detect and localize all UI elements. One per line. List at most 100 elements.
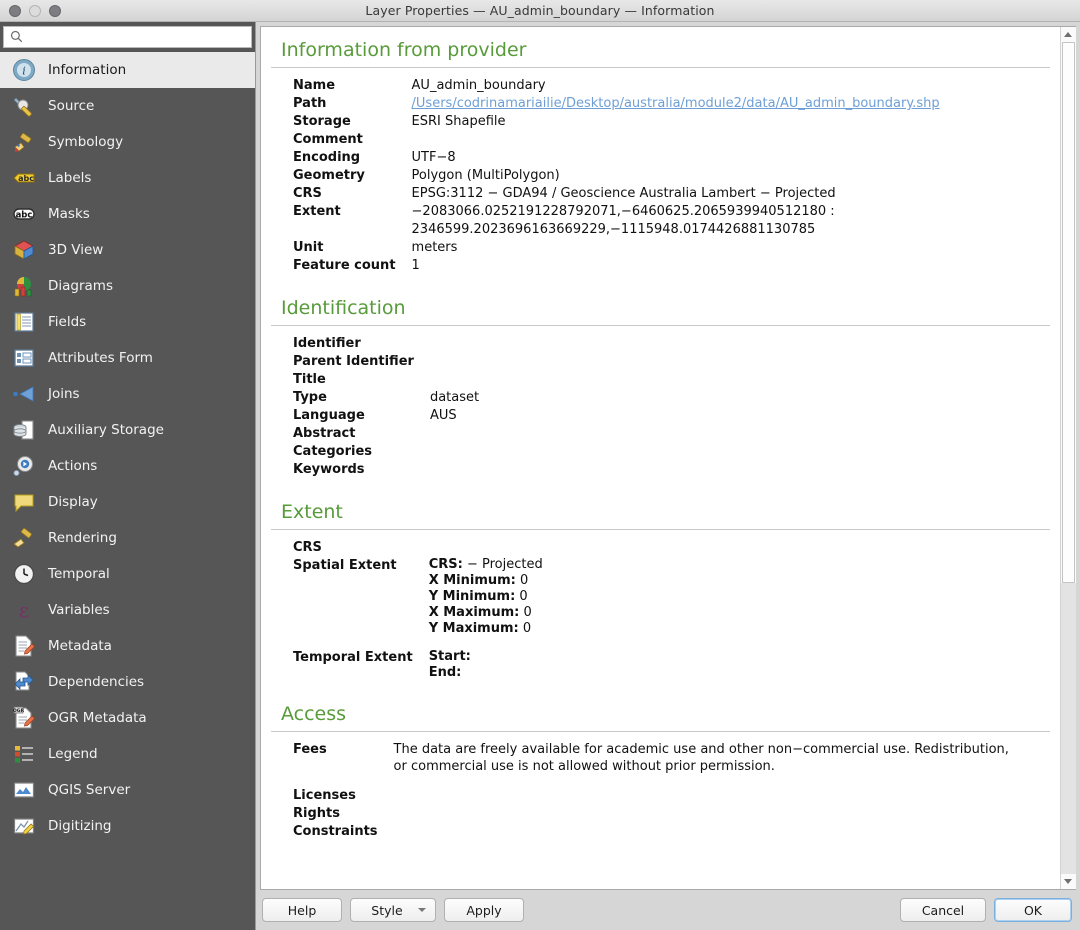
rendering-brush-icon — [11, 525, 37, 551]
help-button[interactable]: Help — [262, 898, 342, 922]
sidebar-item-qgis-server[interactable]: QGIS Server — [0, 772, 255, 808]
spatial-extent-label: Spatial Extent — [293, 558, 397, 573]
sidebar-item-label: OGR Metadata — [48, 710, 147, 726]
sidebar-item-3d-view[interactable]: 3D View — [0, 232, 255, 268]
svg-text:i: i — [22, 65, 26, 78]
sidebar-item-diagrams[interactable]: Diagrams — [0, 268, 255, 304]
sidebar-item-rendering[interactable]: Rendering — [0, 520, 255, 556]
sidebar-item-attributes-form[interactable]: Attributes Form — [0, 340, 255, 376]
scrollbar-thumb[interactable] — [1061, 42, 1075, 583]
sidebar-item-fields[interactable]: Fields — [0, 304, 255, 340]
y-min-key: Y Minimum: — [428, 589, 516, 604]
x-min-row: X Minimum: 0 — [429, 573, 543, 589]
path-link[interactable]: /Users/codrinamariailie/Desktop/australi… — [412, 96, 940, 111]
sidebar-item-metadata[interactable]: Metadata — [0, 628, 255, 664]
search-box[interactable] — [3, 26, 252, 48]
extent-line-2: 2346599.2023696163669229,−1115948.017442… — [411, 222, 816, 237]
close-button[interactable] — [9, 4, 21, 17]
sidebar-item-masks[interactable]: abc Masks — [0, 196, 255, 232]
language-value: AUS — [429, 408, 457, 423]
scroll-up-button[interactable] — [1060, 27, 1076, 42]
temporal-extent-values: Start: End: — [429, 649, 543, 681]
encoding-label: Encoding — [293, 150, 361, 165]
sidebar-item-label: Fields — [48, 314, 87, 330]
parent-identifier-label: Parent Identifier — [293, 354, 414, 369]
crs-value: EPSG:3112 − GDA94 / Geoscience Australia… — [411, 186, 836, 201]
sidebar-item-label: Metadata — [48, 638, 112, 654]
sidebar-nav: i Information Source Symbology abc Label… — [0, 51, 255, 930]
x-max-key: X Maximum: — [428, 605, 520, 620]
table-row: Language AUS — [293, 407, 479, 425]
sidebar-item-temporal[interactable]: Temporal — [0, 556, 255, 592]
sidebar-item-joins[interactable]: Joins — [0, 376, 255, 412]
information-document: Information from provider Name AU_admin_… — [261, 27, 1060, 889]
ok-button[interactable]: OK — [994, 898, 1072, 922]
y-min-row: Y Minimum: 0 — [429, 589, 543, 605]
zoom-button[interactable] — [49, 4, 61, 17]
vertical-scrollbar[interactable] — [1060, 27, 1076, 889]
apply-button[interactable]: Apply — [444, 898, 524, 922]
sidebar-item-label: Source — [48, 98, 95, 114]
spacer-row — [293, 637, 543, 649]
identification-table: Identifier Parent Identifier Title Type … — [293, 335, 479, 479]
chevron-down-icon — [1064, 879, 1072, 884]
x-max-row: X Maximum: 0 — [429, 605, 543, 621]
scrollbar-track[interactable] — [1060, 42, 1076, 874]
sidebar-item-source[interactable]: Source — [0, 88, 255, 124]
sidebar-search-wrap — [0, 22, 255, 51]
provider-heading: Information from provider — [271, 39, 1050, 68]
identification-heading: Identification — [271, 297, 1050, 326]
extent-value: −2083066.0252191228792071,−6460625.20659… — [412, 203, 940, 239]
language-label: Language — [293, 408, 365, 423]
symbology-icon — [11, 129, 37, 155]
scroll-down-button[interactable] — [1060, 874, 1076, 889]
sidebar-item-ogr-metadata[interactable]: OGR OGR Metadata — [0, 700, 255, 736]
cancel-button[interactable]: Cancel — [900, 898, 986, 922]
table-row: Categories — [293, 443, 479, 461]
search-input[interactable] — [28, 30, 245, 44]
extent-label: Extent — [293, 204, 341, 219]
digitizing-icon — [11, 813, 37, 839]
minimize-button[interactable] — [29, 4, 41, 17]
identifier-label: Identifier — [293, 336, 361, 351]
sidebar-item-label: Labels — [48, 170, 92, 186]
identifier-value — [430, 335, 479, 353]
sidebar-item-variables[interactable]: ε Variables — [0, 592, 255, 628]
sidebar-item-label: Diagrams — [48, 278, 113, 294]
y-min-val: 0 — [519, 589, 528, 604]
table-row: Extent −2083066.0252191228792071,−646062… — [293, 203, 940, 239]
table-row: Feature count 1 — [293, 257, 940, 275]
sidebar-item-labels[interactable]: abc Labels — [0, 160, 255, 196]
ogr-metadata-icon: OGR — [11, 705, 37, 731]
sidebar-item-information[interactable]: i Information — [0, 52, 255, 88]
sidebar-item-display[interactable]: Display — [0, 484, 255, 520]
qgis-server-icon — [11, 777, 37, 803]
sidebar-item-label: Symbology — [48, 134, 124, 150]
sidebar-item-auxiliary-storage[interactable]: Auxiliary Storage — [0, 412, 255, 448]
table-row: Constraints — [293, 823, 1014, 841]
style-button[interactable]: Style — [350, 898, 436, 922]
diagrams-icon — [11, 273, 37, 299]
sidebar-item-actions[interactable]: Actions — [0, 448, 255, 484]
info-icon: i — [11, 57, 37, 83]
sidebar-item-label: Rendering — [48, 530, 117, 546]
sidebar-item-label: Auxiliary Storage — [48, 422, 164, 438]
table-row: Geometry Polygon (MultiPolygon) — [293, 167, 940, 185]
sidebar-item-label: Digitizing — [48, 818, 112, 834]
path-value-cell: /Users/codrinamariailie/Desktop/australi… — [412, 95, 940, 113]
sidebar-item-dependencies[interactable]: Dependencies — [0, 664, 255, 700]
window-controls — [0, 4, 61, 17]
sidebar-item-legend[interactable]: Legend — [0, 736, 255, 772]
sidebar-item-label: Actions — [48, 458, 98, 474]
metadata-icon — [11, 633, 37, 659]
svg-text:abc: abc — [16, 210, 33, 220]
x-min-val: 0 — [520, 573, 529, 588]
sidebar-item-symbology[interactable]: Symbology — [0, 124, 255, 160]
sidebar-item-digitizing[interactable]: Digitizing — [0, 808, 255, 844]
chevron-down-icon — [418, 908, 426, 912]
masks-abc-icon: abc — [11, 201, 37, 227]
sidebar: i Information Source Symbology abc Label… — [0, 22, 256, 930]
feature-count-value: 1 — [411, 258, 420, 273]
keywords-value — [430, 461, 479, 479]
scrollbar-track-lower[interactable] — [1060, 582, 1076, 874]
